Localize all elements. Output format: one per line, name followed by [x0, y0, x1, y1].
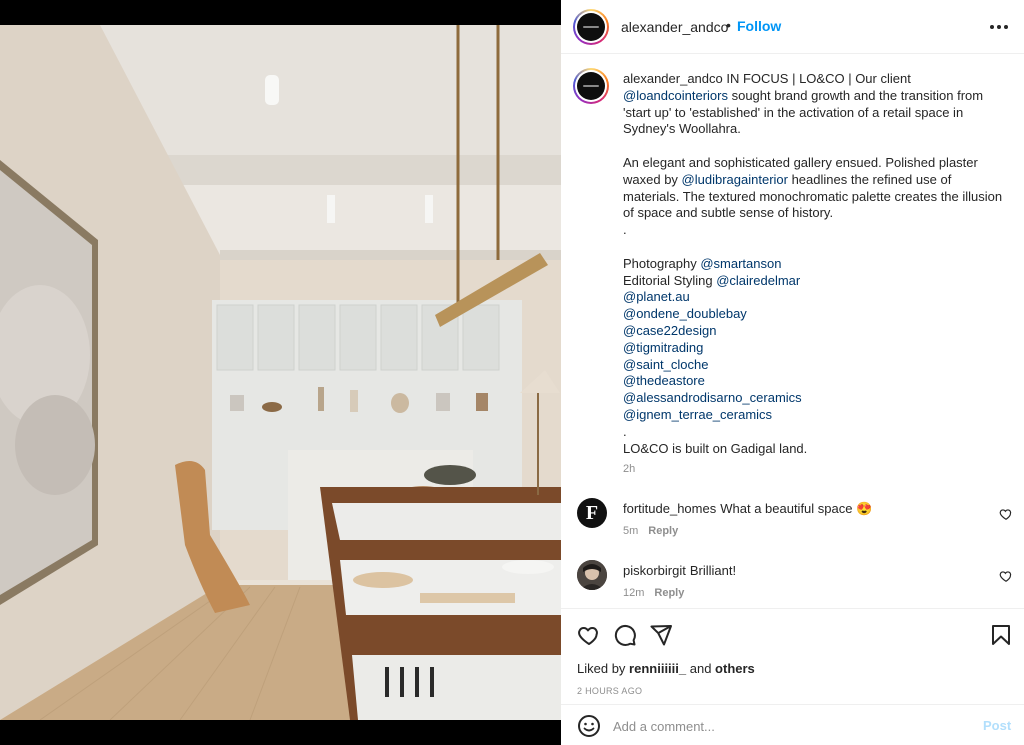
commenter-avatar[interactable]: F [577, 498, 607, 528]
mention-link[interactable]: @case22design [623, 323, 716, 338]
commenter-avatar[interactable] [577, 560, 607, 590]
mention-link[interactable]: @ignem_terrae_ceramics [623, 407, 772, 422]
reply-button[interactable]: Reply [654, 587, 684, 599]
liked-by-line: Liked by renniiiiii_ and others [577, 661, 755, 676]
post-time-ago: 2 HOURS AGO [577, 686, 643, 696]
caption-timestamp: 2h [623, 463, 636, 475]
separator-dot: • [726, 17, 731, 33]
mention-link[interactable]: @saint_cloche [623, 357, 708, 372]
more-options-icon[interactable] [989, 18, 1009, 36]
comment-text-line: fortitude_homes What a beautiful space 😍 [623, 501, 872, 517]
comment-text: What a beautiful space 😍 [720, 501, 873, 516]
comment-meta: 5m Reply [623, 525, 678, 537]
caption-block: alexander_andco IN FOCUS | LO&CO | Our c… [561, 54, 1024, 482]
comment-text: Brilliant! [689, 563, 737, 578]
caption-text: . LO&CO is built on Gadigal land. [623, 423, 808, 456]
mention-link[interactable]: @clairedelmar [716, 273, 800, 288]
post-actions: Liked by renniiiiii_ and others 2 HOURS … [561, 608, 1024, 745]
comment-time: 12m [623, 587, 645, 599]
liked-by-and: and [686, 661, 716, 676]
mention-link[interactable]: @thedeastore [623, 373, 705, 388]
add-comment-row: Post [561, 704, 1024, 745]
follow-button[interactable]: Follow [737, 18, 781, 34]
mention-link[interactable]: @smartanson [700, 256, 781, 271]
reply-button[interactable]: Reply [648, 525, 678, 537]
comment-icon[interactable] [613, 623, 637, 647]
post-image[interactable] [0, 25, 561, 720]
caption-author-avatar[interactable] [573, 68, 609, 104]
comment-like-heart-icon[interactable] [999, 507, 1013, 521]
comment-like-heart-icon[interactable] [999, 569, 1013, 583]
comment-time: 5m [623, 525, 639, 537]
mention-link[interactable]: @loandcointeriors [623, 88, 728, 103]
interior-photo [0, 25, 561, 720]
caption-username[interactable]: alexander_andco [623, 71, 723, 86]
commenter-username[interactable]: fortitude_homes [623, 501, 716, 516]
author-avatar[interactable] [573, 9, 609, 45]
post-side-panel: alexander_andco • Follow alexander_andco… [561, 0, 1024, 745]
commenter-username[interactable]: piskorbirgit [623, 563, 686, 578]
commenter-photo-icon [577, 560, 607, 590]
avatar-letter: F [585, 501, 599, 524]
emoji-icon[interactable] [577, 714, 601, 738]
liked-by-user[interactable]: renniiiiii_ [629, 661, 686, 676]
post-caption: alexander_andco IN FOCUS | LO&CO | Our c… [623, 71, 1008, 457]
comment-text-line: piskorbirgit Brilliant! [623, 563, 736, 578]
mention-link[interactable]: @alessandrodisarno_ceramics [623, 390, 802, 405]
mention-link[interactable]: @ludibragainterior [682, 172, 788, 187]
mention-link[interactable]: @tigmitrading [623, 340, 703, 355]
mention-link[interactable]: @planet.au [623, 289, 690, 304]
post-comment-button[interactable]: Post [983, 718, 1011, 733]
add-comment-input[interactable] [613, 715, 963, 737]
comment-item: F fortitude_homes What a beautiful space … [561, 498, 1024, 558]
comment-meta: 12m Reply [623, 587, 684, 599]
caption-text: IN FOCUS | LO&CO | Our client [722, 71, 915, 86]
save-icon[interactable] [989, 623, 1013, 647]
post-header: alexander_andco • Follow [561, 0, 1024, 54]
share-icon[interactable] [649, 623, 673, 647]
liked-by-prefix: Liked by [577, 661, 630, 676]
mention-link[interactable]: @ondene_doublebay [623, 306, 747, 321]
post-photo-area [0, 0, 561, 745]
caption-text: Editorial Styling [623, 272, 713, 288]
heart-icon[interactable] [577, 623, 601, 647]
author-username[interactable]: alexander_andco [621, 19, 728, 35]
liked-by-others[interactable]: others [715, 661, 755, 676]
